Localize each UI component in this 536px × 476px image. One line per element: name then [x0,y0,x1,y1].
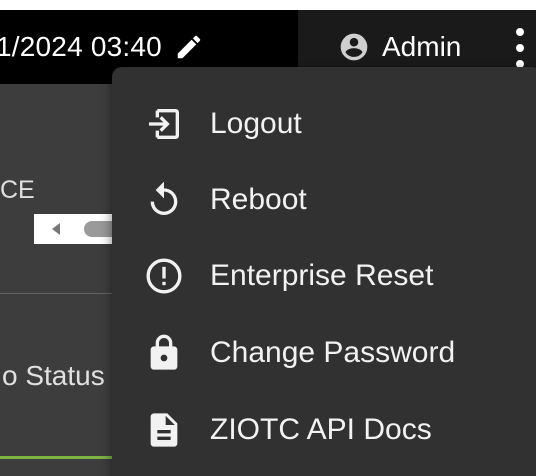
account-circle-icon [338,31,370,63]
menu-item-change-password[interactable]: Change Password [112,315,536,391]
more-vertical-icon[interactable] [510,28,530,68]
status-label: o Status [2,360,105,391]
menu-item-label: ZIOTC API Docs [210,413,432,446]
pencil-icon[interactable] [174,32,204,62]
alert-circle-icon [142,254,186,298]
user-dropdown-menu: Logout Reboot Enterprise Reset Change Pa… [112,67,536,476]
menu-item-label: Enterprise Reset [210,259,434,292]
document-icon [142,408,186,452]
section-label: CE [0,176,35,204]
toggle-left-arrow-icon [52,223,60,235]
menu-item-label: Change Password [210,336,456,369]
menu-item-reboot[interactable]: Reboot [112,162,536,238]
datetime-text: 1/2024 03:40 [0,31,162,62]
reboot-icon [142,178,186,222]
lock-icon [142,331,186,375]
menu-item-api-docs[interactable]: ZIOTC API Docs [112,392,536,468]
menu-item-label: Logout [210,107,302,140]
menu-item-label: Reboot [210,183,307,216]
menu-item-enterprise-reset[interactable]: Enterprise Reset [112,238,536,314]
logout-icon [142,102,186,146]
menu-item-logout[interactable]: Logout [112,86,536,162]
user-name-label: Admin [382,31,462,62]
